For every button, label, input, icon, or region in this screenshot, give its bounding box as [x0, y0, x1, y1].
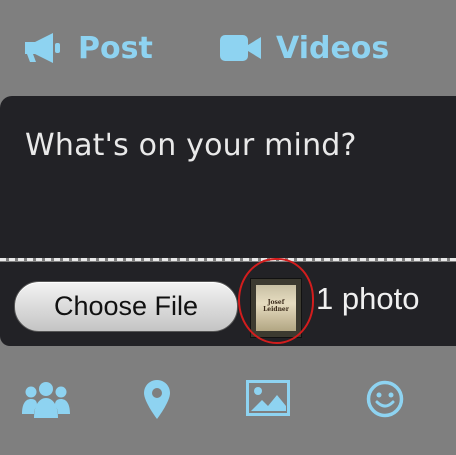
smiley-icon[interactable] [366, 380, 404, 422]
tab-post-label: Post [78, 30, 153, 66]
location-pin-icon[interactable] [144, 380, 170, 424]
status-input-placeholder: What's on your mind? [25, 128, 357, 163]
tab-post[interactable]: Post [22, 26, 153, 70]
choose-file-button[interactable]: Choose File [14, 281, 238, 332]
tab-videos-label: Videos [276, 30, 390, 66]
tab-videos[interactable]: Videos [220, 26, 389, 70]
dashed-divider [0, 258, 456, 261]
attachment-bar: Choose File Josef Leidner 1 photo [0, 262, 456, 346]
people-icon[interactable] [22, 380, 70, 424]
megaphone-icon [22, 31, 64, 65]
status-composer[interactable]: What's on your mind? [0, 96, 456, 258]
image-icon[interactable] [246, 380, 290, 420]
bottom-toolbar [0, 370, 456, 430]
photo-thumbnail[interactable]: Josef Leidner [250, 278, 302, 338]
video-camera-icon [220, 33, 262, 63]
thumbnail-caption: Josef Leidner [263, 299, 289, 313]
photo-count-label: 1 photo [316, 281, 420, 316]
top-tabs: Post Videos [0, 0, 456, 95]
photo-thumbnail-image: Josef Leidner [256, 285, 296, 331]
